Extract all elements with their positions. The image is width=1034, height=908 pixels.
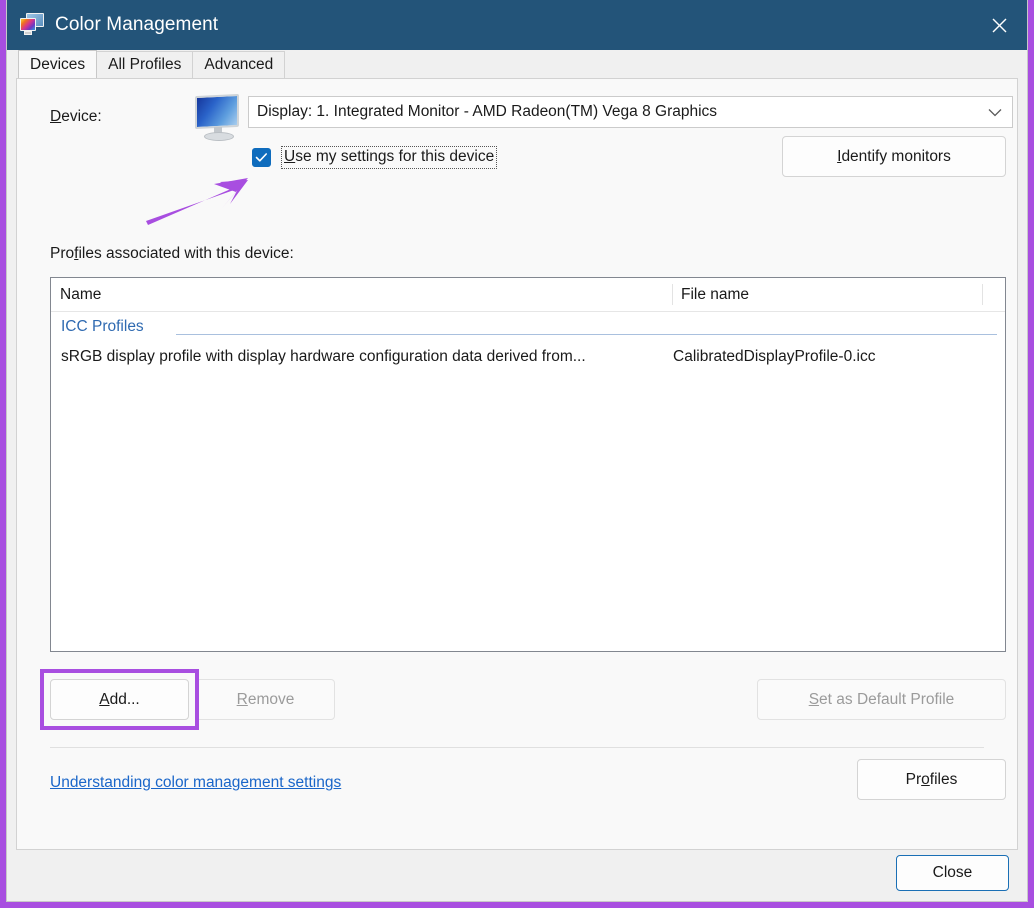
tab-devices-label: Devices — [30, 56, 85, 74]
chevron-down-icon — [988, 97, 1002, 127]
profiles-button-label: Profiles — [906, 771, 958, 789]
close-button-label: Close — [933, 864, 973, 882]
add-button-label: Add... — [99, 691, 140, 709]
column-header-name[interactable]: Name — [51, 278, 672, 312]
close-window-icon[interactable] — [971, 0, 1027, 50]
devices-tab-panel: Device: Display: 1. Integrated Monitor -… — [16, 78, 1018, 850]
tab-all-profiles-label: All Profiles — [108, 56, 181, 74]
identify-monitors-label: Identify monitors — [837, 148, 951, 166]
understanding-color-management-link[interactable]: Understanding color management settings — [50, 774, 341, 792]
monitor-icon — [192, 94, 246, 142]
tab-all-profiles[interactable]: All Profiles — [96, 51, 193, 78]
remove-button: Remove — [196, 679, 335, 720]
device-label: Device: — [50, 108, 102, 126]
annotated-screenshot: Color Management Devices All Profiles Ad… — [0, 0, 1034, 908]
use-my-settings-checkbox[interactable] — [252, 148, 271, 167]
color-management-icon — [19, 12, 45, 38]
remove-button-label: Remove — [237, 691, 295, 709]
set-as-default-profile-label: Set as Default Profile — [809, 691, 955, 709]
table-row[interactable]: sRGB display profile with display hardwa… — [51, 342, 1005, 372]
tab-strip: Devices All Profiles Advanced — [7, 50, 1027, 78]
row-file-name: CalibratedDisplayProfile-0.icc — [671, 348, 991, 366]
tab-devices[interactable]: Devices — [18, 50, 97, 78]
profiles-list[interactable]: Name File name ICC Profiles sRGB display… — [50, 277, 1006, 652]
close-button[interactable]: Close — [896, 855, 1009, 891]
use-my-settings-label[interactable]: Use my settings for this device — [281, 146, 497, 169]
row-profile-name: sRGB display profile with display hardwa… — [51, 348, 671, 366]
list-group-header[interactable]: ICC Profiles — [51, 312, 1005, 342]
window-title: Color Management — [55, 14, 218, 36]
device-select-value: Display: 1. Integrated Monitor - AMD Rad… — [257, 103, 717, 121]
profiles-button[interactable]: Profiles — [857, 759, 1006, 800]
use-my-settings-row: Use my settings for this device — [252, 146, 497, 168]
identify-monitors-button[interactable]: Identify monitors — [782, 136, 1006, 177]
device-select[interactable]: Display: 1. Integrated Monitor - AMD Rad… — [248, 96, 1013, 128]
profiles-list-header: Name File name — [51, 278, 1005, 312]
tab-advanced-label: Advanced — [204, 56, 273, 74]
list-group-label: ICC Profiles — [61, 318, 144, 336]
color-management-window: Color Management Devices All Profiles Ad… — [6, 0, 1028, 902]
profiles-associated-label: Profiles associated with this device: — [50, 245, 294, 263]
title-bar: Color Management — [7, 0, 1027, 50]
list-group-rule — [176, 334, 997, 335]
tab-advanced[interactable]: Advanced — [192, 51, 285, 78]
divider — [50, 747, 984, 748]
set-as-default-profile-button: Set as Default Profile — [757, 679, 1006, 720]
column-header-file-name[interactable]: File name — [672, 278, 982, 312]
add-button[interactable]: Add... — [50, 679, 189, 720]
dialog-footer: Close — [7, 850, 1027, 901]
